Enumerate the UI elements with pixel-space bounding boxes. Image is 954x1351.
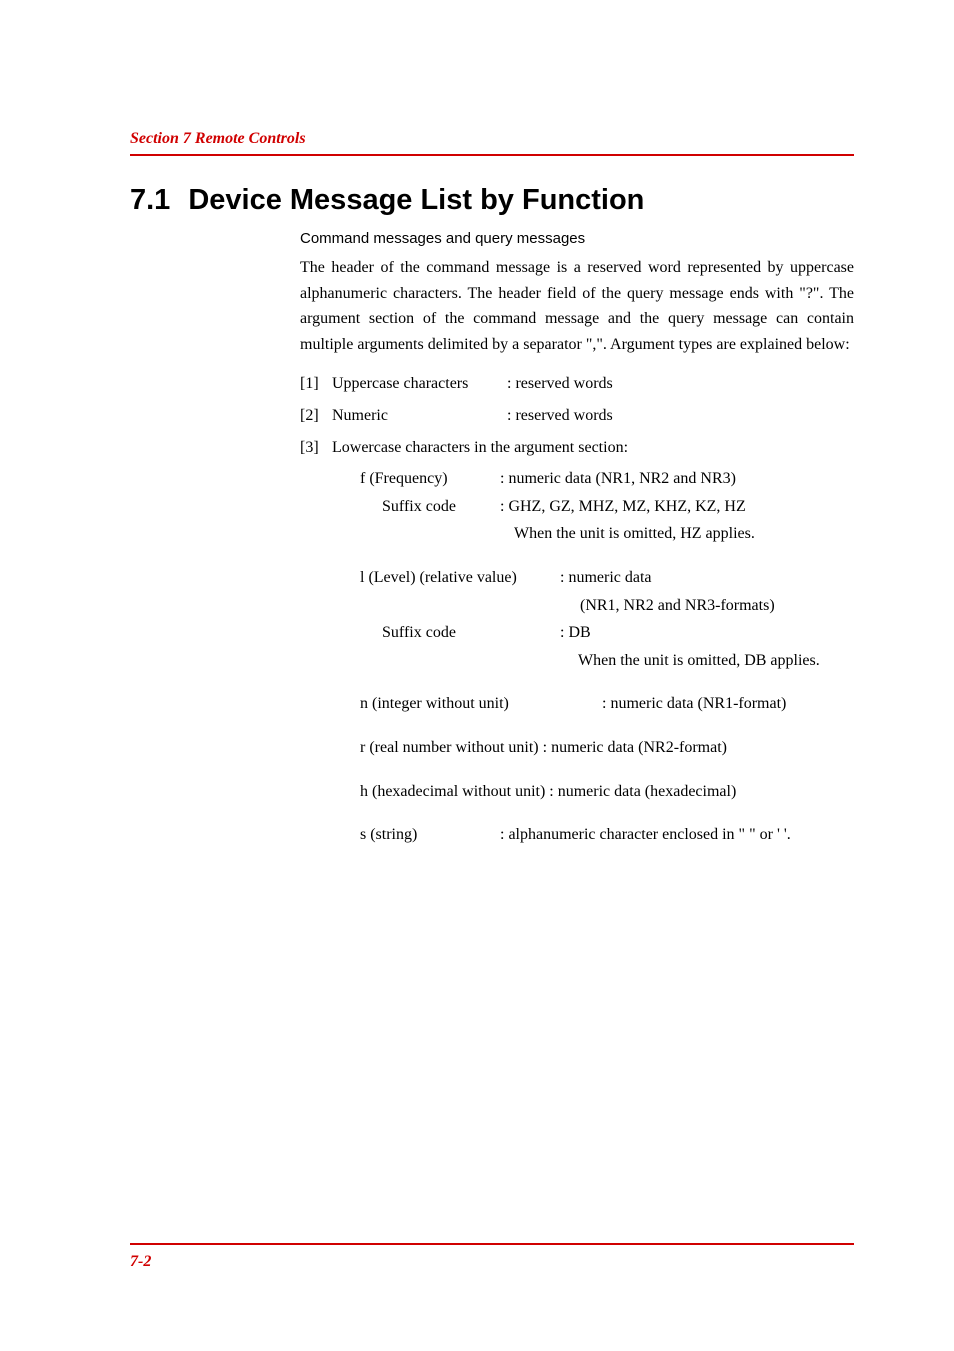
freq-suffix-row: Suffix code : GHZ, GZ, MHZ, MZ, KHZ, KZ,… [300,494,854,520]
s-desc: : alphanumeric character enclosed in " "… [500,822,854,848]
content-body: Command messages and query messages The … [300,227,854,848]
r-text: r (real number without unit) : numeric d… [360,735,854,761]
freq-desc: : numeric data (NR1, NR2 and NR3) [500,466,854,492]
freq-label: f (Frequency) [360,466,500,492]
level-suffix-label: Suffix code [382,620,560,646]
item-label: Numeric [332,403,507,429]
header-rule [130,154,854,156]
level-desc: : numeric data [560,565,854,591]
freq-note-row: When the unit is omitted, HZ applies. [300,521,854,547]
n-row: n (integer without unit) : numeric data … [300,691,854,717]
level-desc2-row: (NR1, NR2 and NR3-formats) [300,593,854,619]
freq-note: When the unit is omitted, HZ applies. [500,521,854,547]
intro-paragraph: The header of the command message is a r… [300,255,854,357]
title-text: Device Message List by Function [188,184,644,217]
r-row: r (real number without unit) : numeric d… [300,735,854,761]
level-row: l (Level) (relative value) : numeric dat… [300,565,854,591]
freq-suffix-desc: : GHZ, GZ, MHZ, MZ, KHZ, KZ, HZ [500,494,854,520]
s-row: s (string) : alphanumeric character encl… [300,822,854,848]
list-item: [3] Lowercase characters in the argument… [300,435,854,461]
h-text: h (hexadecimal without unit) : numeric d… [360,779,854,805]
item-desc: : reserved words [507,403,854,429]
item-number: [1] [300,371,332,397]
s-label: s (string) [360,822,500,848]
level-suffix-row: Suffix code : DB [300,620,854,646]
item-desc: : reserved words [507,371,854,397]
n-label: n (integer without unit) [360,691,602,717]
level-suffix-desc: : DB [560,620,854,646]
item-number: [3] [300,435,332,461]
n-desc: : numeric data (NR1-format) [602,691,854,717]
level-note-row: When the unit is omitted, DB applies. [300,648,854,674]
title-number: 7.1 [130,184,170,217]
item-label: Lowercase characters in the argument sec… [332,435,628,461]
list-item: [2] Numeric : reserved words [300,403,854,429]
page-footer: 7-2 [0,1243,954,1271]
freq-row: f (Frequency) : numeric data (NR1, NR2 a… [300,466,854,492]
h-row: h (hexadecimal without unit) : numeric d… [300,779,854,805]
page-title: 7.1 Device Message List by Function [130,184,854,217]
level-note: When the unit is omitted, DB applies. [578,648,854,674]
subheading: Command messages and query messages [300,227,854,251]
argument-list: [1] Uppercase characters : reserved word… [300,371,854,847]
level-desc2: (NR1, NR2 and NR3-formats) [580,593,854,619]
footer-rule [130,1243,854,1245]
item-label: Uppercase characters [332,371,507,397]
freq-suffix-label: Suffix code [360,494,500,520]
page-number: 7-2 [130,1253,854,1271]
list-item: [1] Uppercase characters : reserved word… [300,371,854,397]
item-number: [2] [300,403,332,429]
level-label: l (Level) (relative value) [360,565,560,591]
section-header: Section 7 Remote Controls [130,130,854,148]
